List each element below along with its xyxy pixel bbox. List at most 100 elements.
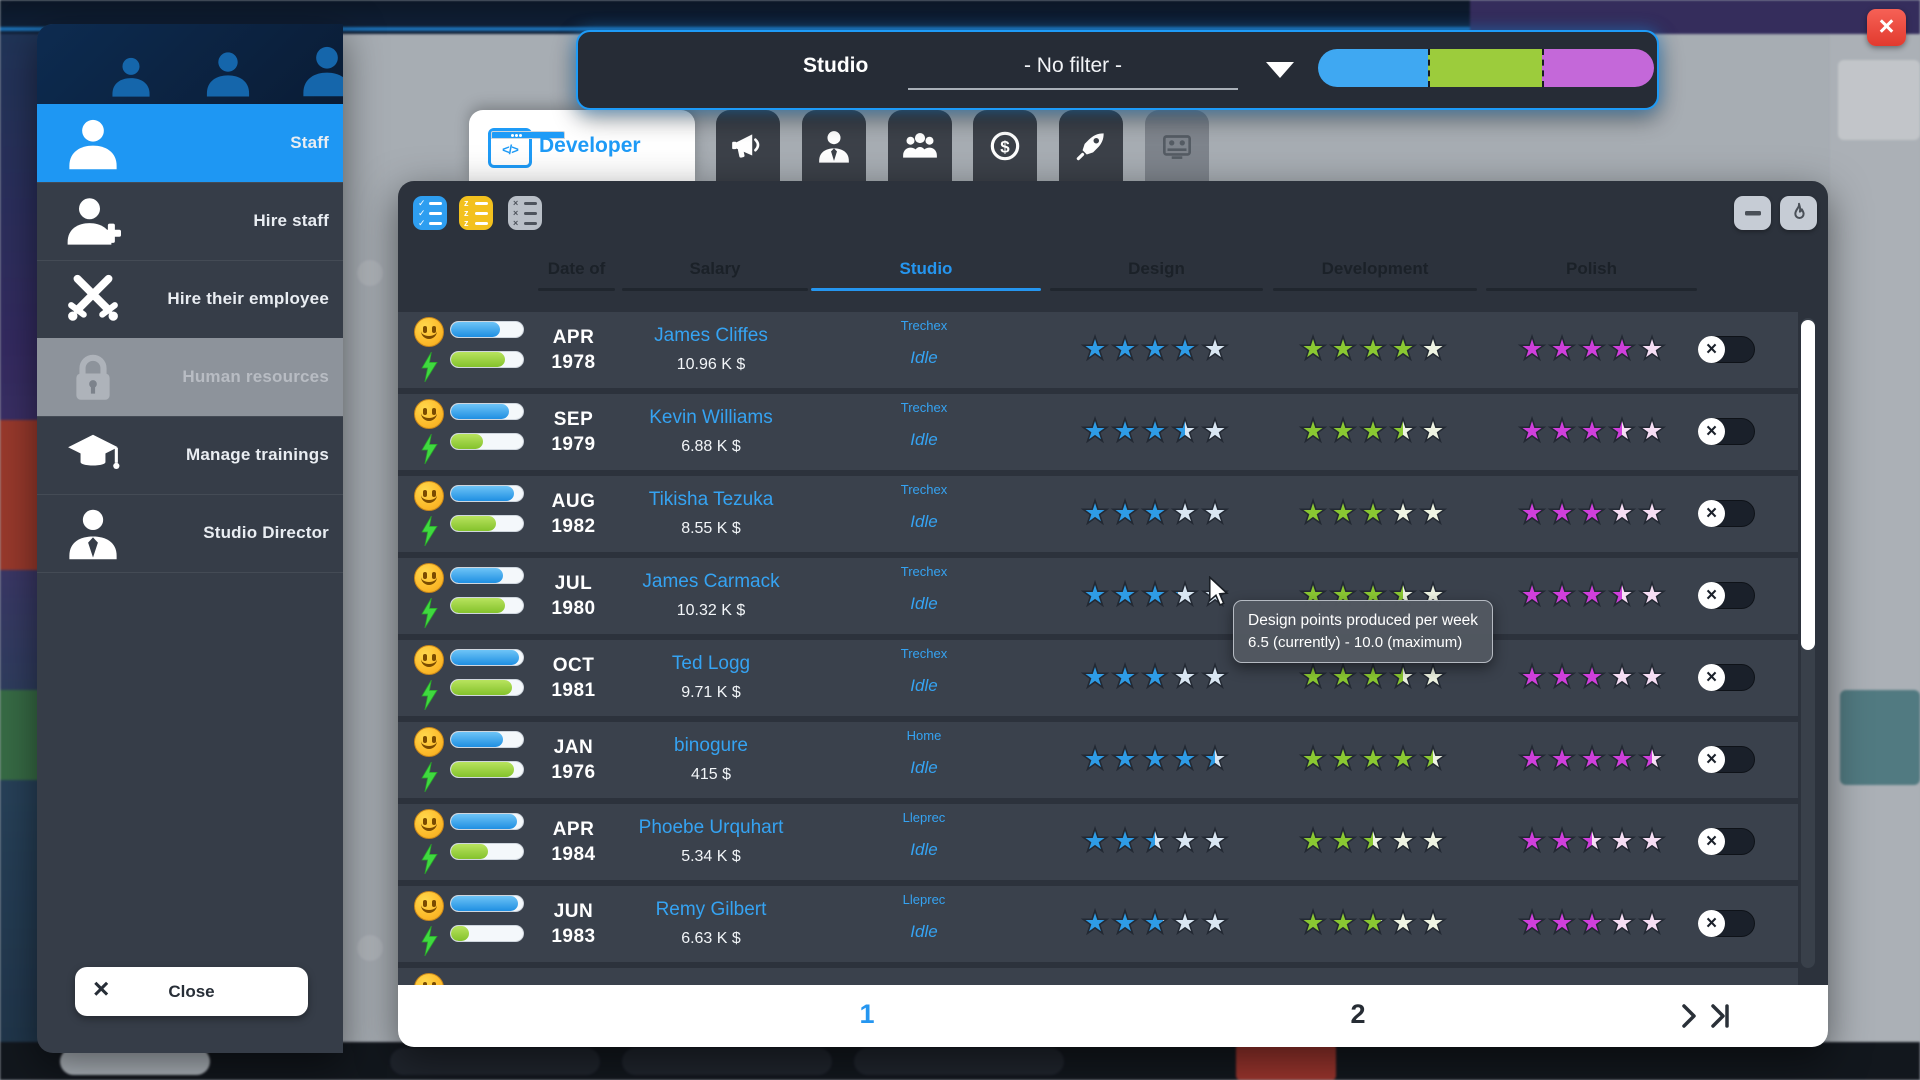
sidebar-item-manage-trainings[interactable]: Manage trainings xyxy=(37,416,343,495)
tab-research[interactable] xyxy=(1059,110,1123,181)
dismiss-toggle[interactable]: × xyxy=(1698,828,1755,855)
star: ★★ xyxy=(1637,906,1667,940)
polish-stars[interactable]: ★★★★★★★★★★ xyxy=(1517,824,1667,858)
development-stars[interactable]: ★★★★★★★★★★ xyxy=(1298,332,1448,366)
design-stars[interactable]: ★★★★★★★★★★ xyxy=(1080,824,1230,858)
star: ★★ xyxy=(1110,332,1140,366)
dismiss-toggle[interactable]: × xyxy=(1698,582,1755,609)
energy-bar-fill xyxy=(451,352,505,367)
star: ★★ xyxy=(1080,496,1110,530)
column-header-date[interactable]: Date of xyxy=(538,251,615,291)
design-stars[interactable]: ★★★★★★★★★★ xyxy=(1080,496,1230,530)
table-scrollbar[interactable] xyxy=(1801,318,1815,968)
employee-name[interactable]: Kevin Williams xyxy=(601,407,821,429)
sidebar-item-studio-director[interactable]: Studio Director xyxy=(37,494,343,573)
design-stars[interactable]: ★★★★★★★★★★ xyxy=(1080,332,1230,366)
star: ★★ xyxy=(1140,332,1170,366)
chevron-down-icon[interactable] xyxy=(1266,62,1294,78)
star: ★★ xyxy=(1080,824,1110,858)
star: ★★ xyxy=(1418,660,1448,694)
star: ★★ xyxy=(1388,742,1418,776)
decrease-salary-button[interactable] xyxy=(1734,196,1771,230)
development-stars[interactable]: ★★★★★★★★★★ xyxy=(1298,414,1448,448)
polish-stars[interactable]: ★★★★★★★★★★ xyxy=(1517,496,1667,530)
design-stars[interactable]: ★★★★★★★★★★ xyxy=(1080,414,1230,448)
polish-stars[interactable]: ★★★★★★★★★★ xyxy=(1517,906,1667,940)
dismiss-toggle[interactable]: × xyxy=(1698,664,1755,691)
star: ★★ xyxy=(1358,824,1388,858)
star: ★★ xyxy=(1418,824,1448,858)
dismiss-toggle[interactable]: × xyxy=(1698,910,1755,937)
sidebar-item-hire-staff[interactable]: Hire staff xyxy=(37,182,343,261)
employee-name[interactable]: James Cliffes xyxy=(601,325,821,347)
tab-developer[interactable]: </> Developer xyxy=(469,110,695,184)
column-header-design[interactable]: Design xyxy=(1050,251,1263,291)
employee-name[interactable]: Tikisha Tezuka xyxy=(601,489,821,511)
dismiss-toggle[interactable]: × xyxy=(1698,500,1755,527)
studio-cell: Lleprec Idle xyxy=(859,886,989,962)
last-page-button[interactable] xyxy=(1710,1003,1732,1034)
dismiss-toggle[interactable]: × xyxy=(1698,746,1755,773)
studio-status: Idle xyxy=(859,840,989,860)
development-stars[interactable]: ★★★★★★★★★★ xyxy=(1298,660,1448,694)
polish-stars[interactable]: ★★★★★★★★★★ xyxy=(1517,414,1667,448)
development-stars[interactable]: ★★★★★★★★★★ xyxy=(1298,496,1448,530)
filter-idle-employees-button[interactable]: z z z xyxy=(459,196,493,230)
star: ★★ xyxy=(1577,414,1607,448)
column-header-polish[interactable]: Polish xyxy=(1486,251,1697,291)
dismiss-toggle[interactable]: × xyxy=(1698,336,1755,363)
circle-x-icon: × xyxy=(1698,582,1725,609)
polish-stars[interactable]: ★★★★★★★★★★ xyxy=(1517,742,1667,776)
dismiss-toggle[interactable]: × xyxy=(1698,418,1755,445)
close-button[interactable]: × Close xyxy=(75,967,308,1016)
column-header-development[interactable]: Development xyxy=(1273,251,1477,291)
polish-stars[interactable]: ★★★★★★★★★★ xyxy=(1517,660,1667,694)
circle-x-icon: × xyxy=(1698,910,1725,937)
tab-office-worker[interactable] xyxy=(802,110,866,181)
studio-filter-value[interactable]: - No filter - xyxy=(908,54,1238,78)
filter-removed-employees-button[interactable]: × × × xyxy=(508,196,542,230)
mood-indicator xyxy=(414,891,446,923)
filter-active-employees-button[interactable]: ✓ ✓ ✓ xyxy=(413,196,447,230)
scrollbar-thumb[interactable] xyxy=(1801,320,1815,650)
employee-salary: 5.34 K $ xyxy=(601,848,821,866)
employee-name[interactable]: James Carmack xyxy=(601,571,821,593)
fire-employee-button[interactable] xyxy=(1780,196,1817,230)
star: ★★ xyxy=(1170,660,1200,694)
column-header-studio[interactable]: Studio xyxy=(811,251,1041,291)
sidebar-item-hire-their-employee[interactable]: Hire their employee xyxy=(37,260,343,339)
design-stars[interactable]: ★★★★★★★★★★ xyxy=(1080,660,1230,694)
star: ★★ xyxy=(1170,742,1200,776)
development-stars[interactable]: ★★★★★★★★★★ xyxy=(1298,906,1448,940)
person-tie-icon xyxy=(65,505,121,561)
tab-finance[interactable]: $ xyxy=(973,110,1037,181)
employee-name[interactable]: binogure xyxy=(601,735,821,757)
employee-name[interactable]: Remy Gilbert xyxy=(601,899,821,921)
design-stars[interactable]: ★★★★★★★★★★ xyxy=(1080,742,1230,776)
energy-bar xyxy=(450,515,524,532)
star: ★★ xyxy=(1388,824,1418,858)
page-1-button[interactable]: 1 xyxy=(837,999,897,1030)
sidebar-item-staff[interactable]: Staff xyxy=(37,104,343,183)
tab-team[interactable] xyxy=(888,110,952,181)
polish-stars[interactable]: ★★★★★★★★★★ xyxy=(1517,332,1667,366)
staff-sidebar: Staff Hire staff Hire their employee Hum… xyxy=(37,24,343,1053)
column-header-salary[interactable]: Salary xyxy=(622,251,808,291)
star: ★★ xyxy=(1547,906,1577,940)
design-stars[interactable]: ★★★★★★★★★★ xyxy=(1080,906,1230,940)
studio-status: Idle xyxy=(859,348,989,368)
next-page-button[interactable] xyxy=(1680,1003,1698,1034)
employee-name[interactable]: Phoebe Urquhart xyxy=(601,817,821,839)
window-close-button[interactable]: × xyxy=(1867,9,1906,46)
development-stars[interactable]: ★★★★★★★★★★ xyxy=(1298,742,1448,776)
employee-name[interactable]: Ted Logg xyxy=(601,653,821,675)
energy-bar xyxy=(450,843,524,860)
star: ★★ xyxy=(1110,742,1140,776)
tab-marketing[interactable] xyxy=(716,110,780,181)
studio-name: Home xyxy=(859,728,989,743)
development-stars[interactable]: ★★★★★★★★★★ xyxy=(1298,824,1448,858)
employee-salary: 8.55 K $ xyxy=(601,520,821,538)
page-2-button[interactable]: 2 xyxy=(1328,999,1388,1030)
polish-stars[interactable]: ★★★★★★★★★★ xyxy=(1517,578,1667,612)
circle-x-icon: × xyxy=(1698,828,1725,855)
